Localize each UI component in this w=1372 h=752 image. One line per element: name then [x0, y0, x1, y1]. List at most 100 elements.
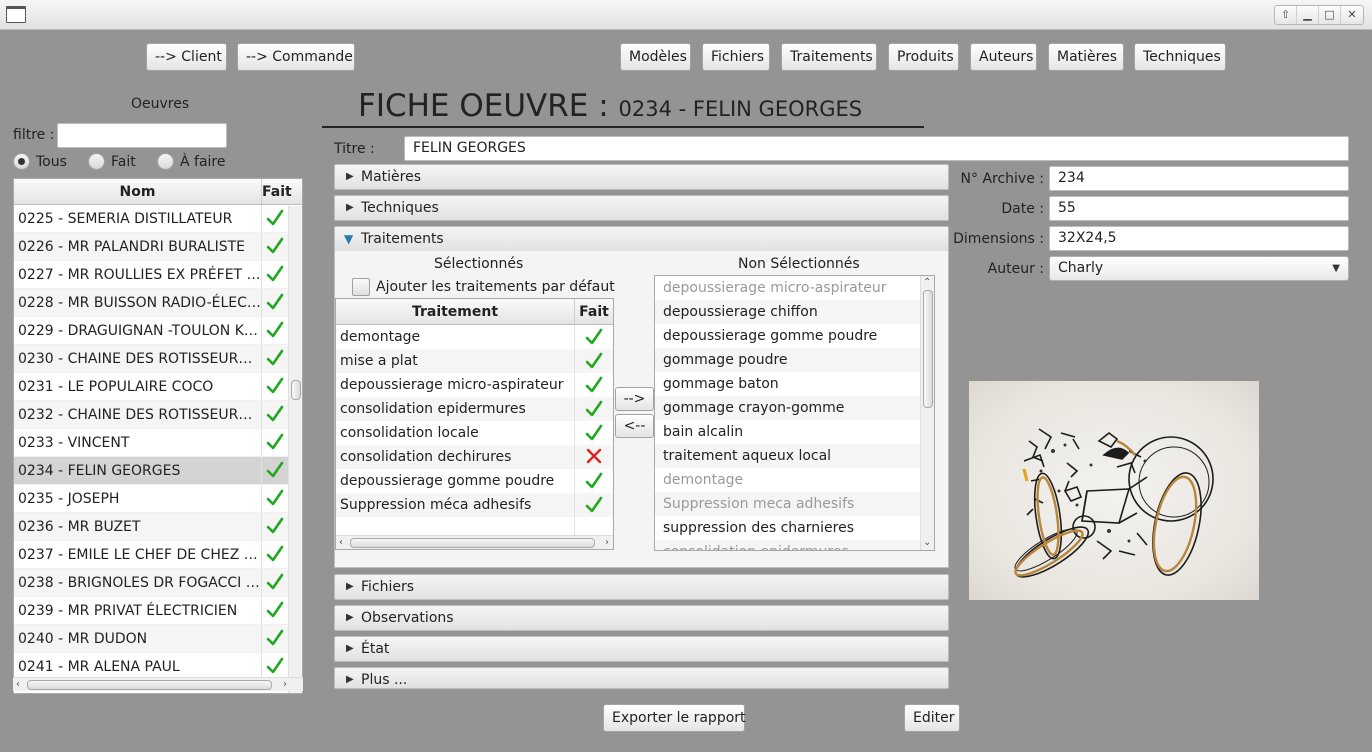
radio-fait-dot[interactable] — [88, 153, 105, 170]
window-close-icon[interactable]: ✕ — [1341, 6, 1363, 24]
checkmark-icon[interactable] — [575, 493, 613, 517]
list-item[interactable]: bain alcalin — [655, 420, 934, 444]
list-item[interactable]: gommage poudre — [655, 348, 934, 372]
table-row[interactable]: 0225 - SEMERIA DISTILLATEUR — [14, 205, 302, 233]
table-row[interactable]: 0240 - MR DUDON — [14, 625, 302, 653]
scroll-left-icon[interactable]: ‹ — [16, 678, 20, 692]
table-row[interactable]: 0227 - MR ROULLIES EX PRÉFET D... — [14, 261, 302, 289]
traitements-horizontal-scrollbar[interactable]: ‹ › — [336, 535, 613, 549]
techniques-button[interactable]: Techniques — [1134, 43, 1226, 71]
table-row[interactable]: 0236 - MR BUZET — [14, 513, 302, 541]
scroll-down-icon[interactable]: ⌄ — [923, 536, 931, 550]
table-row[interactable]: 0235 - JOSEPH — [14, 485, 302, 513]
scroll-right-icon[interactable]: › — [283, 678, 287, 692]
table-row[interactable]: 0230 - CHAINE DES ROTISSEURS ... — [14, 345, 302, 373]
radio-fait[interactable]: Fait — [88, 153, 136, 170]
scroll-left-icon[interactable]: ‹ — [339, 536, 343, 550]
list-item[interactable]: gommage baton — [655, 372, 934, 396]
section-etat[interactable]: ▶ État — [334, 636, 949, 662]
table-row[interactable]: 0237 - EMILE LE CHEF DE CHEZ 'Y... — [14, 541, 302, 569]
list-item[interactable]: traitement aqueux local — [655, 444, 934, 468]
cross-icon[interactable] — [575, 445, 613, 469]
table-row[interactable]: depoussierage micro-aspirateur — [336, 373, 613, 397]
table-row[interactable]: Suppression méca adhesifs — [336, 493, 613, 517]
oeuvres-hscroll-thumb[interactable] — [27, 680, 272, 690]
section-techniques[interactable]: ▶ Techniques — [334, 195, 949, 221]
table-row[interactable]: 0239 - MR PRIVAT ÉLECTRICIEN — [14, 597, 302, 625]
remove-traitement-button[interactable]: <-- — [615, 414, 654, 438]
client-button[interactable]: --> Client — [146, 43, 227, 71]
section-observations[interactable]: ▶ Observations — [334, 605, 949, 631]
commande-button[interactable]: --> Commande — [237, 43, 355, 71]
list-item[interactable]: depoussierage chiffon — [655, 300, 934, 324]
list-item[interactable]: suppression des charnieres — [655, 516, 934, 540]
scroll-right-icon[interactable]: › — [605, 536, 609, 550]
section-traitements[interactable]: ▼ Traitements — [334, 226, 949, 252]
window-minimize-icon[interactable]: ▁ — [1297, 6, 1319, 24]
radio-tous[interactable]: Tous — [13, 153, 67, 170]
column-header-nom[interactable]: Nom — [14, 179, 262, 204]
window-shade-icon[interactable]: ⇧ — [1275, 6, 1297, 24]
matieres-button[interactable]: Matières — [1048, 43, 1124, 71]
scroll-up-icon[interactable]: ⌃ — [923, 276, 931, 290]
table-row[interactable]: consolidation dechirures — [336, 445, 613, 469]
export-report-button[interactable]: Exporter le rapport — [603, 704, 746, 732]
table-row[interactable]: 0226 - MR PALANDRI BURALISTE — [14, 233, 302, 261]
table-row[interactable]: consolidation epidermures — [336, 397, 613, 421]
radio-a-faire[interactable]: À faire — [157, 153, 226, 170]
table-row[interactable]: demontage — [336, 325, 613, 349]
auteurs-button[interactable]: Auteurs — [970, 43, 1037, 71]
section-plus[interactable]: ▶ Plus ... — [334, 667, 949, 689]
checkmark-icon[interactable] — [575, 421, 613, 445]
radio-a-faire-dot[interactable] — [157, 153, 174, 170]
table-row[interactable]: 0231 - LE POPULAIRE COCO — [14, 373, 302, 401]
checkmark-icon[interactable] — [575, 325, 613, 349]
table-row[interactable]: 0229 - DRAGUIGNAN -TOULON KIK... — [14, 317, 302, 345]
filter-input[interactable] — [57, 123, 227, 148]
column-header-fait[interactable]: Fait — [575, 299, 613, 324]
table-row[interactable]: consolidation locale — [336, 421, 613, 445]
column-header-traitement[interactable]: Traitement — [336, 299, 575, 324]
window-maximize-icon[interactable]: □ — [1319, 6, 1341, 24]
table-row[interactable]: 0233 - VINCENT — [14, 429, 302, 457]
traitements-button[interactable]: Traitements — [781, 43, 877, 71]
oeuvres-horizontal-scrollbar[interactable]: ‹ › — [13, 677, 303, 691]
auteur-select[interactable]: Charly ▼ — [1049, 256, 1349, 281]
fichiers-button[interactable]: Fichiers — [702, 43, 770, 71]
table-row[interactable]: 0228 - MR BUISSON RADIO-ÉLECT... — [14, 289, 302, 317]
unselected-scroll-thumb[interactable] — [923, 290, 933, 408]
section-matieres[interactable]: ▶ Matières — [334, 164, 949, 190]
list-item[interactable]: consolidation epidermures — [655, 540, 934, 550]
oeuvres-vertical-scrollbar[interactable]: ⌄ — [288, 206, 302, 693]
table-row[interactable]: depoussierage gomme poudre — [336, 469, 613, 493]
table-row[interactable]: 0234 - FELIN GEORGES — [14, 457, 302, 485]
default-traitements-checkbox[interactable] — [352, 278, 370, 296]
radio-tous-dot[interactable] — [13, 153, 30, 170]
table-row[interactable]: 0232 - CHAINE DES ROTISSEURS ... — [14, 401, 302, 429]
section-fichiers[interactable]: ▶ Fichiers — [334, 574, 949, 600]
selected-traitements-table[interactable]: Traitement Fait demontage mise a plat depo… — [335, 298, 614, 550]
unselected-traitements-list[interactable]: depoussierage micro-aspirateur depoussier… — [654, 275, 935, 551]
table-row[interactable]: 0238 - BRIGNOLES DR FOGACCI D... — [14, 569, 302, 597]
titre-input[interactable]: FELIN GEORGES — [404, 136, 1349, 161]
edit-button[interactable]: Editer — [904, 704, 960, 732]
checkmark-icon[interactable] — [575, 349, 613, 373]
unselected-vertical-scrollbar[interactable]: ⌃ ⌄ — [920, 276, 934, 550]
add-traitement-button[interactable]: --> — [615, 387, 654, 411]
list-item[interactable]: Suppression meca adhesifs — [655, 492, 934, 516]
list-item[interactable]: demontage — [655, 468, 934, 492]
checkmark-icon[interactable] — [575, 469, 613, 493]
oeuvres-table[interactable]: Nom Fait 0225 - SEMERIA DISTILLATEUR 0226… — [13, 178, 303, 694]
modeles-button[interactable]: Modèles — [620, 43, 691, 71]
traitements-hscroll-thumb[interactable] — [350, 538, 595, 548]
table-row[interactable]: mise a plat — [336, 349, 613, 373]
list-item[interactable]: depoussierage gomme poudre — [655, 324, 934, 348]
list-item[interactable]: gommage crayon-gomme — [655, 396, 934, 420]
list-item[interactable]: depoussierage micro-aspirateur — [655, 276, 934, 300]
oeuvres-scroll-thumb[interactable] — [291, 380, 301, 400]
checkmark-icon[interactable] — [575, 373, 613, 397]
checkmark-icon[interactable] — [575, 397, 613, 421]
dimensions-input[interactable]: 32X24,5 — [1049, 226, 1349, 251]
archive-input[interactable]: 234 — [1049, 166, 1349, 191]
date-input[interactable]: 55 — [1049, 196, 1349, 221]
